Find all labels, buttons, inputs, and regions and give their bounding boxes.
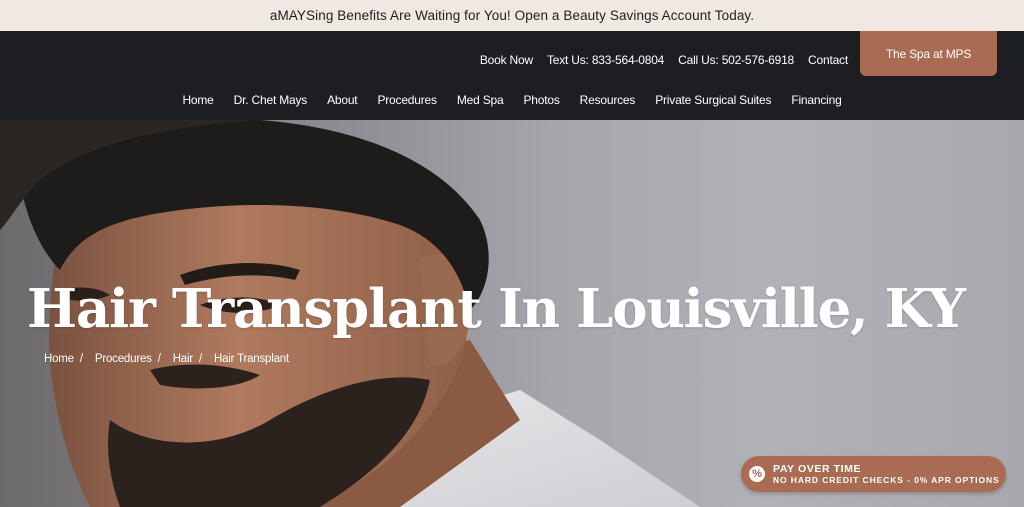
site-header: Book Now Text Us: 833-564-0804 Call Us: …	[0, 31, 1024, 120]
breadcrumb-home[interactable]: Home	[44, 353, 74, 365]
nav-item-dr-chet-mays[interactable]: Dr. Chet Mays	[234, 93, 308, 107]
main-nav: Home Dr. Chet Mays About Procedures Med …	[0, 93, 1024, 107]
breadcrumb: Home / Procedures / Hair / Hair Transpla…	[44, 353, 289, 365]
breadcrumb-separator: /	[79, 353, 83, 365]
promo-text[interactable]: aMAYSing Benefits Are Waiting for You! O…	[270, 8, 754, 23]
nav-item-about[interactable]: About	[327, 93, 358, 107]
nav-item-private-surgical-suites[interactable]: Private Surgical Suites	[655, 93, 771, 107]
hero-banner: Hair Transplant In Louisville, KY Home /…	[0, 120, 1024, 507]
nav-item-med-spa[interactable]: Med Spa	[457, 93, 504, 107]
breadcrumb-separator: /	[157, 353, 161, 365]
nav-item-financing[interactable]: Financing	[791, 93, 841, 107]
book-now-link[interactable]: Book Now	[480, 53, 533, 67]
nav-item-home[interactable]: Home	[182, 93, 213, 107]
breadcrumb-current: Hair Transplant	[214, 353, 289, 365]
page-title: Hair Transplant In Louisville, KY	[27, 278, 966, 340]
pay-over-time-button[interactable]: % PAY OVER TIME NO HARD CREDIT CHECKS - …	[741, 456, 1006, 492]
nav-item-photos[interactable]: Photos	[523, 93, 559, 107]
text-us-link[interactable]: Text Us: 833-564-0804	[547, 53, 664, 67]
utility-nav: Book Now Text Us: 833-564-0804 Call Us: …	[480, 53, 848, 67]
pay-over-time-subtitle: NO HARD CREDIT CHECKS - 0% APR OPTIONS	[773, 474, 1000, 485]
pay-over-time-text: PAY OVER TIME NO HARD CREDIT CHECKS - 0%…	[773, 463, 1000, 486]
percent-icon: %	[749, 466, 765, 482]
breadcrumb-separator: /	[199, 353, 202, 365]
promo-banner[interactable]: aMAYSing Benefits Are Waiting for You! O…	[0, 0, 1024, 31]
nav-item-resources[interactable]: Resources	[580, 93, 636, 107]
breadcrumb-procedures[interactable]: Procedures	[95, 353, 152, 365]
call-us-link[interactable]: Call Us: 502-576-6918	[678, 53, 794, 67]
breadcrumb-hair[interactable]: Hair	[173, 353, 193, 365]
spa-at-mps-button[interactable]: The Spa at MPS	[860, 31, 997, 76]
pay-over-time-title: PAY OVER TIME	[773, 462, 862, 475]
contact-link[interactable]: Contact	[808, 53, 848, 67]
nav-item-procedures[interactable]: Procedures	[377, 93, 437, 107]
